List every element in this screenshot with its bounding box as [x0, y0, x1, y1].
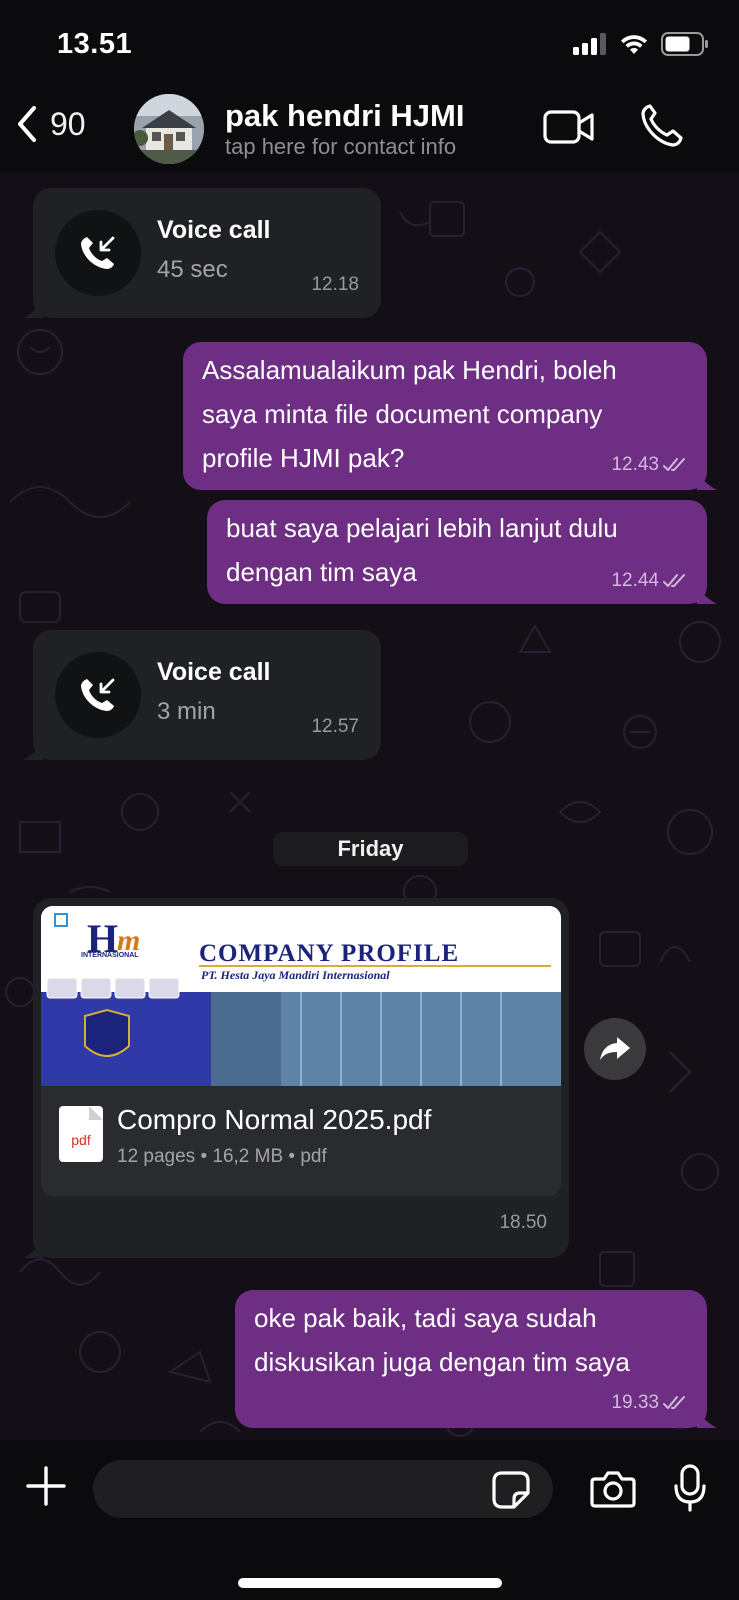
incoming-call-icon [55, 210, 141, 296]
call-duration: 3 min [157, 698, 216, 725]
preview-subtitle: PT. Hesta Jaya Mandiri Internasional [201, 968, 390, 982]
message-time: 18.50 [499, 1212, 547, 1233]
signal-icon [573, 33, 606, 55]
chat-area[interactable]: Voice call 45 sec 12.18 Assalamualaikum … [0, 172, 739, 1440]
message-text: Assalamualaikum pak Hendri, boleh saya m… [202, 355, 617, 473]
voice-message-button[interactable] [673, 1464, 707, 1517]
avatar-house-image [134, 94, 204, 164]
message-time: 19.33 [611, 1392, 689, 1414]
plus-icon [26, 1466, 66, 1506]
status-icons [573, 32, 709, 56]
message-input[interactable] [93, 1460, 553, 1518]
sticker-icon [492, 1471, 530, 1509]
voice-call-button[interactable] [640, 102, 684, 153]
bubble-tail [697, 472, 717, 490]
chevron-left-icon [18, 106, 36, 142]
attach-button[interactable] [26, 1466, 66, 1511]
day-separator: Friday [273, 832, 468, 866]
sticker-button[interactable] [492, 1471, 530, 1514]
home-indicator [238, 1578, 502, 1588]
preview-title: COMPANY PROFILE [199, 940, 460, 967]
double-check-icon [663, 1396, 685, 1409]
bubble-tail [697, 1410, 717, 1428]
bubble-tail [23, 300, 43, 318]
contact-info-hint[interactable]: tap here for contact info [225, 134, 456, 160]
message-time: 12.44 [611, 570, 689, 592]
call-title: Voice call [157, 216, 271, 244]
document-meta: 12 pages • 16,2 MB • pdf [117, 1146, 327, 1167]
document-preview[interactable]: H m INTERNASIONAL COMPANY PROFILE PT. He… [41, 906, 561, 1086]
company-profile-cover: H m [41, 906, 561, 1086]
wifi-icon [621, 35, 647, 54]
bubble-tail [23, 742, 43, 760]
video-call-button[interactable] [543, 108, 595, 151]
back-button[interactable]: 90 [14, 104, 86, 144]
message-time: 12.43 [611, 454, 689, 476]
document-message[interactable]: H m INTERNASIONAL COMPANY PROFILE PT. He… [23, 898, 569, 1258]
phone-icon [641, 104, 683, 147]
outgoing-message[interactable]: Assalamualaikum pak Hendri, boleh saya m… [183, 342, 717, 490]
call-title: Voice call [157, 658, 271, 686]
incoming-call-icon [55, 652, 141, 738]
double-check-icon [663, 574, 685, 587]
message-input-bar [0, 1440, 739, 1600]
camera-icon [590, 1471, 636, 1508]
pdf-file-icon: pdf [59, 1106, 103, 1162]
forward-arrow-icon [600, 1037, 630, 1060]
status-bar: 13.51 [0, 0, 739, 90]
call-duration: 45 sec [157, 256, 228, 283]
voice-call-bubble[interactable]: Voice call 45 sec 12.18 [23, 188, 381, 318]
outgoing-message[interactable]: oke pak baik, tadi saya sudah diskusikan… [235, 1290, 717, 1428]
unread-count: 90 [50, 105, 86, 142]
microphone-icon [674, 1464, 706, 1512]
bubble-tail [23, 1240, 43, 1258]
message-time: 12.18 [311, 274, 359, 295]
chat-header: 90 pak hendri HJMI tap here for contact … [0, 90, 739, 172]
contact-name[interactable]: pak hendri HJMI [225, 98, 464, 134]
message-text: oke pak baik, tadi saya sudah diskusikan… [254, 1303, 630, 1377]
document-info[interactable]: pdf Compro Normal 2025.pdf 12 pages • 16… [41, 1086, 561, 1196]
bubble-tail [697, 586, 717, 604]
video-camera-icon [543, 110, 594, 144]
double-check-icon [663, 458, 685, 471]
outgoing-message[interactable]: buat saya pelajari lebih lanjut dulu den… [207, 500, 717, 604]
preview-logo-text: INTERNASIONAL [81, 952, 139, 959]
battery-icon [661, 32, 708, 56]
forward-button[interactable] [584, 1018, 646, 1080]
status-time: 13.51 [57, 28, 133, 60]
camera-button[interactable] [590, 1470, 636, 1513]
document-file-name: Compro Normal 2025.pdf [117, 1104, 432, 1135]
message-time: 12.57 [311, 716, 359, 737]
message-text: buat saya pelajari lebih lanjut dulu den… [226, 513, 618, 587]
avatar[interactable] [134, 94, 204, 164]
voice-call-bubble[interactable]: Voice call 3 min 12.57 [23, 630, 381, 760]
